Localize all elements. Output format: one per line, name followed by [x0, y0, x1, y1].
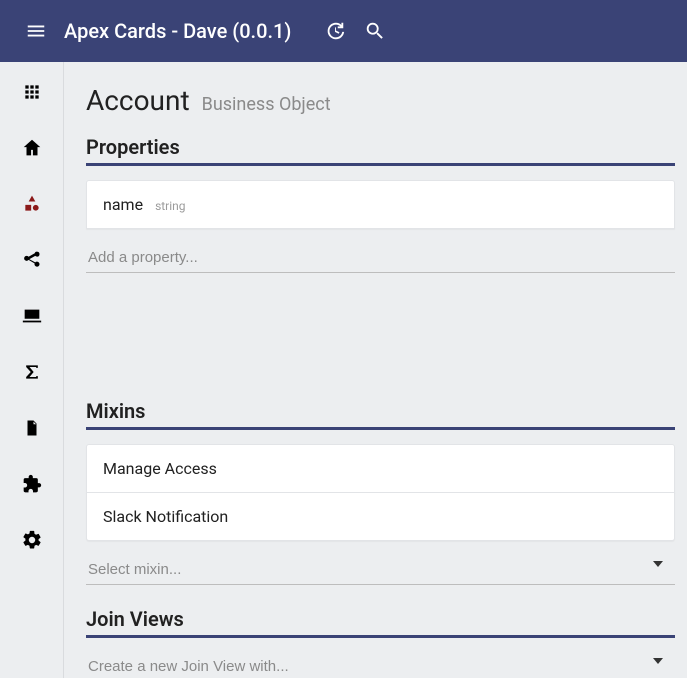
section-divider — [86, 635, 675, 638]
apps-icon — [22, 82, 42, 102]
history-button[interactable] — [315, 11, 355, 51]
search-icon — [364, 20, 386, 42]
gear-icon — [21, 529, 43, 551]
section-divider — [86, 427, 675, 430]
home-icon — [21, 137, 43, 159]
mixins-section: Mixins Manage Access Slack Notification — [86, 399, 675, 585]
menu-icon — [25, 20, 47, 42]
extension-icon — [22, 474, 42, 494]
section-divider — [86, 163, 675, 166]
create-joinview-dropdown[interactable] — [86, 652, 675, 678]
joinviews-section: Join Views — [86, 607, 675, 678]
object-type: Business Object — [202, 94, 331, 115]
rail-file[interactable] — [12, 414, 52, 442]
page-header: Account Business Object — [86, 84, 675, 117]
mixin-row[interactable]: Manage Access — [86, 444, 675, 493]
laptop-icon — [21, 305, 43, 327]
rail-home[interactable] — [12, 134, 52, 162]
mixin-label: Manage Access — [103, 459, 217, 478]
create-joinview-input[interactable] — [86, 652, 675, 678]
sidebar-rail — [0, 62, 64, 678]
properties-section: Properties name string — [86, 135, 675, 279]
property-type: string — [155, 199, 185, 213]
main-content: Account Business Object Properties name … — [64, 62, 687, 678]
mixins-title: Mixins — [86, 399, 675, 423]
select-mixin-input[interactable] — [86, 555, 675, 585]
share-icon — [22, 250, 42, 270]
add-property-input[interactable] — [86, 243, 675, 273]
mixin-row[interactable]: Slack Notification — [86, 492, 675, 541]
rail-extension[interactable] — [12, 470, 52, 498]
rail-laptop[interactable] — [12, 302, 52, 330]
select-mixin-dropdown[interactable] — [86, 555, 675, 585]
sigma-icon — [22, 362, 42, 382]
property-row[interactable]: name string — [86, 180, 675, 229]
file-icon — [23, 418, 41, 438]
app-bar: Apex Cards - Dave (0.0.1) — [0, 0, 687, 62]
search-button[interactable] — [355, 11, 395, 51]
rail-sigma[interactable] — [12, 358, 52, 386]
history-icon — [324, 20, 346, 42]
menu-button[interactable] — [16, 11, 56, 51]
rail-apps[interactable] — [12, 78, 52, 106]
object-name: Account — [86, 84, 190, 117]
app-title: Apex Cards - Dave (0.0.1) — [64, 19, 291, 43]
rail-share[interactable] — [12, 246, 52, 274]
rail-shapes[interactable] — [12, 190, 52, 218]
property-name: name — [103, 195, 143, 214]
joinviews-title: Join Views — [86, 607, 675, 631]
shapes-icon — [22, 194, 42, 214]
rail-settings[interactable] — [12, 526, 52, 554]
mixin-label: Slack Notification — [103, 507, 228, 526]
properties-title: Properties — [86, 135, 675, 159]
